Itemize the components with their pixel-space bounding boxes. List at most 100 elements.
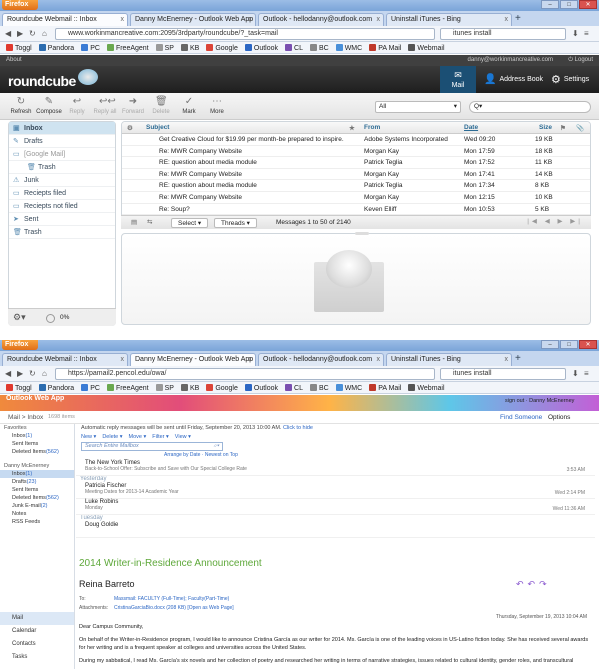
owa-message-row[interactable]: Patricia Fischer Meeting Dates for 2013-1… (76, 483, 595, 499)
tab-close-icon[interactable]: x (121, 16, 125, 23)
bookmark-pc[interactable]: PC (81, 43, 100, 52)
tab-close-icon[interactable]: x (505, 16, 509, 23)
owa-action-delete[interactable]: Delete ▾ (102, 434, 122, 440)
favorite-folder[interactable]: Sent Items (0, 440, 74, 448)
col-size[interactable]: Size (539, 124, 552, 131)
back-icon[interactable]: ◀ (5, 29, 11, 38)
attachment-link[interactable]: CristinaGarciaBio.docx (208 KB) [Open as… (114, 605, 234, 611)
nav-address-book[interactable]: 👤 Address Book (484, 66, 543, 93)
message-row[interactable]: Get Creative Cloud for $19.99 per month-… (122, 134, 590, 146)
tab-close-icon[interactable]: x (249, 16, 253, 23)
owa-action-view[interactable]: View ▾ (175, 434, 191, 440)
folder-item[interactable]: ➤ Sent (9, 213, 115, 226)
splitter-handle[interactable] (355, 232, 369, 235)
new-tab-icon[interactable]: + (515, 353, 521, 364)
bookmark-sp[interactable]: SP (155, 43, 174, 52)
filter-select[interactable]: All ▾ (375, 101, 461, 113)
to-recipients[interactable]: Massmail: FACULTY (Full-Time); Faculty(P… (114, 596, 229, 602)
tab-outlook[interactable]: Outlook - hellodanny@outlook.com x (258, 353, 384, 366)
back-icon[interactable]: ◀ (5, 369, 11, 378)
message-row[interactable]: Re: MWR Company Website Morgan Kay Mon 17:… (122, 169, 590, 181)
bookmark-google[interactable]: Google (206, 383, 238, 392)
owa-action-new[interactable]: New ▾ (81, 434, 96, 440)
signout-link[interactable]: sign out (505, 398, 524, 404)
tab-roundcube[interactable]: Roundcube Webmail :: Inbox x (2, 13, 128, 26)
favorite-folder[interactable]: Inbox(1) (0, 432, 74, 440)
reply-icon[interactable]: ↶ (516, 579, 528, 589)
reload-icon[interactable]: ↻ (29, 369, 36, 378)
forward-icon[interactable]: ▶ (17, 369, 23, 378)
bookmark-webmail[interactable]: Webmail (408, 383, 445, 392)
owa-folder[interactable]: RSS Feeds (0, 518, 74, 526)
threads-menu[interactable]: Threads ▾ (214, 218, 257, 228)
folder-item[interactable]: ▭ Reciepts filed (9, 187, 115, 200)
favorite-folder[interactable]: Deleted Items(562) (0, 448, 74, 456)
reply-button[interactable]: ↩ Reply (64, 96, 90, 115)
list-options-icon[interactable]: ⚙ (127, 124, 133, 132)
owa-message-row[interactable]: Luke Robins Monday Wed 11:36 AM (76, 499, 595, 515)
nav-mail[interactable]: ✉ Mail (440, 66, 476, 93)
options-menu[interactable]: Options (548, 414, 570, 421)
bookmark-pa-mail[interactable]: PA Mail (369, 43, 401, 52)
tab-close-icon[interactable]: x (377, 16, 381, 23)
owa-nav-item[interactable]: Calendar (0, 625, 74, 638)
tab-bing[interactable]: Uninstall iTunes - Bing x (386, 13, 512, 26)
nav-settings[interactable]: ⚙ Settings (551, 66, 589, 93)
bookmark-webmail[interactable]: Webmail (408, 43, 445, 52)
bookmark-outlook[interactable]: Outlook (244, 43, 278, 52)
bookmark-pandora[interactable]: Pandora (38, 43, 74, 52)
tab-outlook[interactable]: Outlook - hellodanny@outlook.com x (258, 13, 384, 26)
mark-button[interactable]: ✓ Mark (176, 96, 202, 115)
bookmark-toggl[interactable]: Toggl (6, 43, 32, 52)
folder-item[interactable]: ▭ Reciepts not filed (9, 200, 115, 213)
home-icon[interactable]: ⌂ (42, 29, 47, 38)
hide-link[interactable]: Click to hide (283, 425, 313, 431)
firefox-menu-button[interactable]: Firefox (2, 0, 38, 10)
downloads-icon[interactable]: ⬇ (572, 369, 579, 378)
bookmark-toggl[interactable]: Toggl (6, 383, 32, 392)
downloads-icon[interactable]: ⬇ (572, 29, 579, 38)
owa-action-filter[interactable]: Filter ▾ (152, 434, 169, 440)
maximize-icon[interactable]: □ (560, 0, 578, 9)
tab-bing[interactable]: Uninstall iTunes - Bing x (386, 353, 512, 366)
owa-nav-item[interactable]: Contacts (0, 638, 74, 651)
thread-toggle-icon[interactable]: ⇆ (147, 218, 152, 226)
folder-item[interactable]: 🗑 Trash (9, 226, 115, 239)
search-input[interactable]: itunes install (440, 368, 566, 380)
tab-close-icon[interactable]: x (121, 356, 125, 363)
owa-message-row[interactable]: The New York Times Back-to-School Offer: … (76, 460, 595, 476)
message-row[interactable]: Re: MWR Company Website Morgan Kay Mon 12:… (122, 192, 590, 204)
bookmark-bc[interactable]: BC (309, 383, 329, 392)
owa-message-row[interactable]: Doug Goldie (76, 522, 595, 538)
owa-folder[interactable]: Junk E-mail(2) (0, 502, 74, 510)
tab-roundcube[interactable]: Roundcube Webmail :: Inbox x (2, 353, 128, 366)
new-tab-icon[interactable]: + (515, 13, 521, 24)
tab-close-icon[interactable]: x (249, 356, 253, 363)
bookmark-kb[interactable]: KB (180, 383, 199, 392)
bookmark-bc[interactable]: BC (309, 43, 329, 52)
col-from[interactable]: From (364, 124, 380, 131)
find-someone[interactable]: Find Someone (500, 414, 542, 421)
compose-button[interactable]: ✎ Compose (36, 96, 62, 115)
bookmark-wmc[interactable]: WMC (335, 43, 362, 52)
owa-folder[interactable]: Sent Items (0, 486, 74, 494)
message-row[interactable]: Re: MWR Company Website Morgan Kay Mon 17:… (122, 146, 590, 158)
reply-actions[interactable]: ↶↶↷ (516, 579, 551, 590)
forward-button[interactable]: ➜ Forward (120, 96, 146, 115)
owa-folder[interactable]: Deleted Items(562) (0, 494, 74, 502)
folder-item[interactable]: ▭ [Google Mail] (9, 148, 115, 161)
bookmark-cl[interactable]: CL (285, 383, 303, 392)
folder-item[interactable]: ⚠ Junk (9, 174, 115, 187)
folder-item[interactable]: ▣ Inbox (9, 122, 115, 135)
message-row[interactable]: RE: question about media module Patrick T… (122, 180, 590, 192)
url-input[interactable]: https://pamail2.pencol.edu/owa/ (55, 368, 435, 380)
tab-owa[interactable]: Danny McEnerney - Outlook Web App x (130, 353, 256, 366)
owa-folder[interactable]: Drafts(23) (0, 478, 74, 486)
folder-item[interactable]: ✎ Drafts (9, 135, 115, 148)
bookmark-pa-mail[interactable]: PA Mail (369, 383, 401, 392)
folder-item[interactable]: 🗑 Trash (9, 161, 115, 174)
bookmark-freeagent[interactable]: FreeAgent (106, 43, 149, 52)
owa-search-input[interactable]: Search Entire Mailbox ⌕▾ (81, 442, 223, 451)
list-layout-icon[interactable]: ▤ (131, 218, 137, 226)
bookmark-freeagent[interactable]: FreeAgent (106, 383, 149, 392)
